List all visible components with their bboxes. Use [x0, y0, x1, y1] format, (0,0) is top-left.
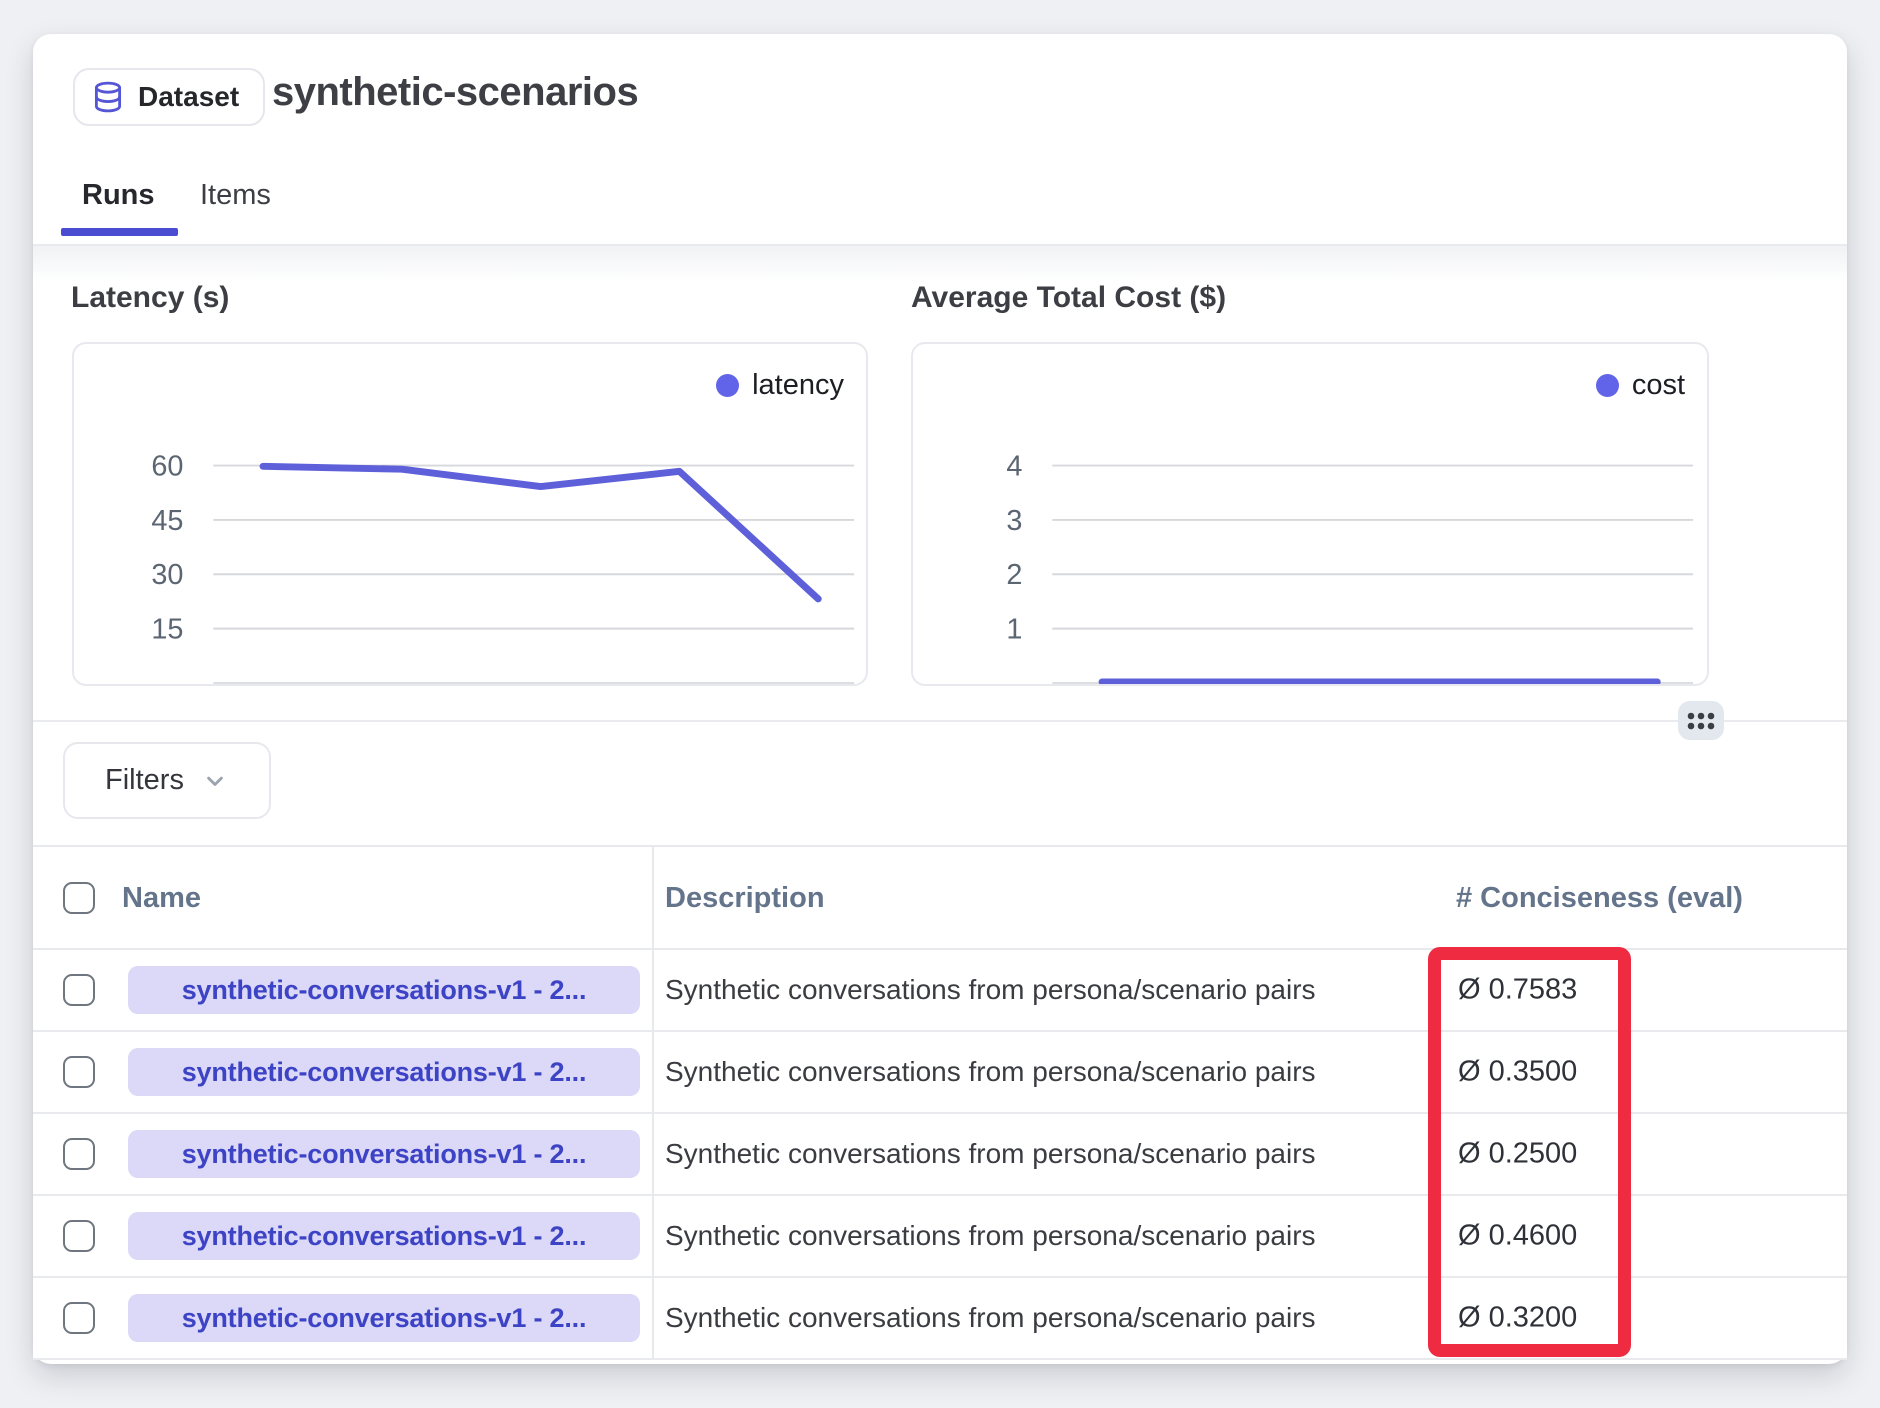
active-tab-underline	[61, 228, 178, 236]
column-divider	[652, 845, 654, 1360]
cost-legend: cost	[1596, 369, 1685, 402]
latency-legend-label: latency	[752, 369, 844, 402]
run-name-badge[interactable]: synthetic-conversations-v1 - 2...	[128, 966, 640, 1014]
select-all-checkbox[interactable]	[63, 882, 95, 914]
column-header-description: Description	[665, 847, 825, 950]
svg-text:30: 30	[151, 559, 183, 591]
run-name-label: synthetic-conversations-v1 - 2...	[182, 975, 587, 1006]
run-name-badge[interactable]: synthetic-conversations-v1 - 2...	[128, 1130, 640, 1178]
table-row[interactable]: synthetic-conversations-v1 - 2... Synthe…	[33, 1196, 1847, 1278]
row-checkbox[interactable]	[63, 974, 95, 1006]
filters-button[interactable]: Filters	[63, 742, 271, 819]
cost-plot-area: 1 2 3 4	[913, 344, 1707, 684]
run-name-badge[interactable]: synthetic-conversations-v1 - 2...	[128, 1212, 640, 1260]
latency-legend-dot	[716, 374, 739, 397]
conciseness-value: Ø 0.3500	[1458, 1056, 1577, 1089]
tab-items[interactable]: Items	[200, 179, 271, 212]
run-name-badge[interactable]: synthetic-conversations-v1 - 2...	[128, 1048, 640, 1096]
conciseness-value: Ø 0.3200	[1458, 1302, 1577, 1335]
column-header-conciseness: # Conciseness (eval)	[1456, 847, 1743, 950]
table-row[interactable]: synthetic-conversations-v1 - 2... Synthe…	[33, 950, 1847, 1032]
run-name-label: synthetic-conversations-v1 - 2...	[182, 1303, 587, 1334]
run-description: Synthetic conversations from persona/sce…	[665, 974, 1316, 1006]
page-title: synthetic-scenarios	[272, 70, 638, 115]
svg-text:60: 60	[151, 451, 183, 483]
chevron-down-icon	[201, 767, 229, 795]
row-checkbox[interactable]	[63, 1056, 95, 1088]
run-name-label: synthetic-conversations-v1 - 2...	[182, 1221, 587, 1252]
conciseness-value: Ø 0.7583	[1458, 974, 1577, 1007]
database-icon	[91, 80, 125, 114]
cost-chart: 1 2 3 4 cost	[911, 342, 1709, 686]
svg-text:1: 1	[1006, 614, 1022, 646]
table-row[interactable]: synthetic-conversations-v1 - 2... Synthe…	[33, 1032, 1847, 1114]
resize-drag-handle-icon[interactable]	[1678, 701, 1724, 740]
latency-chart: 15 30 45 60 latency	[72, 342, 868, 686]
cost-chart-title: Average Total Cost ($)	[911, 281, 1226, 315]
svg-text:45: 45	[151, 505, 183, 537]
runs-table: Name Description # Conciseness (eval) sy…	[33, 845, 1847, 1360]
run-description: Synthetic conversations from persona/sce…	[665, 1220, 1316, 1252]
table-header-row: Name Description # Conciseness (eval)	[33, 845, 1847, 950]
tab-runs[interactable]: Runs	[82, 179, 155, 212]
column-header-name: Name	[122, 847, 201, 950]
svg-text:4: 4	[1006, 451, 1022, 483]
row-checkbox[interactable]	[63, 1138, 95, 1170]
conciseness-value: Ø 0.4600	[1458, 1220, 1577, 1253]
run-name-label: synthetic-conversations-v1 - 2...	[182, 1057, 587, 1088]
cost-legend-label: cost	[1632, 369, 1685, 402]
conciseness-value: Ø 0.2500	[1458, 1138, 1577, 1171]
svg-text:3: 3	[1006, 505, 1022, 537]
table-body: synthetic-conversations-v1 - 2... Synthe…	[33, 950, 1847, 1360]
cost-legend-dot	[1596, 374, 1619, 397]
dataset-badge-label: Dataset	[138, 81, 239, 113]
run-name-badge[interactable]: synthetic-conversations-v1 - 2...	[128, 1294, 640, 1342]
dataset-page: Dataset synthetic-scenarios Runs Items L…	[0, 0, 1880, 1408]
latency-legend: latency	[716, 369, 844, 402]
row-checkbox[interactable]	[63, 1220, 95, 1252]
charts-section-divider	[33, 720, 1847, 722]
svg-text:2: 2	[1006, 559, 1022, 591]
table-row[interactable]: synthetic-conversations-v1 - 2... Synthe…	[33, 1114, 1847, 1196]
svg-text:15: 15	[151, 614, 183, 646]
dataset-badge: Dataset	[73, 68, 265, 126]
filters-button-label: Filters	[105, 764, 184, 797]
run-name-label: synthetic-conversations-v1 - 2...	[182, 1139, 587, 1170]
run-description: Synthetic conversations from persona/sce…	[665, 1302, 1316, 1334]
table-row[interactable]: synthetic-conversations-v1 - 2... Synthe…	[33, 1278, 1847, 1360]
latency-chart-title: Latency (s)	[71, 281, 229, 315]
run-description: Synthetic conversations from persona/sce…	[665, 1056, 1316, 1088]
row-checkbox[interactable]	[63, 1302, 95, 1334]
run-description: Synthetic conversations from persona/sce…	[665, 1138, 1316, 1170]
tabs-shadow	[33, 246, 1847, 282]
